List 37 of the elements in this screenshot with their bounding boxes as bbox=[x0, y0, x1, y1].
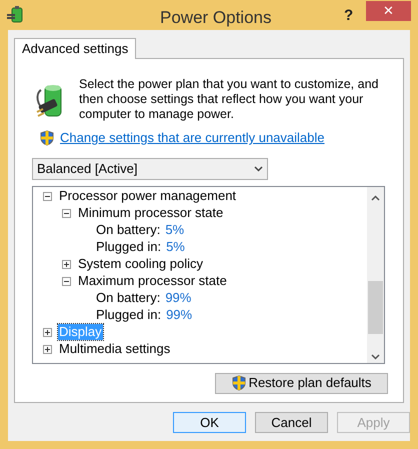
collapse-icon[interactable] bbox=[43, 192, 52, 200]
scrollbar[interactable] bbox=[367, 186, 384, 362]
shield-icon bbox=[232, 375, 246, 391]
collapse-icon[interactable] bbox=[62, 276, 71, 286]
expand-icon[interactable] bbox=[43, 328, 52, 336]
setting-label: Plugged in: bbox=[96, 306, 162, 324]
window-title: Power Options bbox=[160, 7, 272, 29]
dialog-button[interactable]: OK bbox=[173, 412, 246, 433]
description-text: Select the power plan that you want to customize, and then choose settings that reflect how you want your computer to manage power. bbox=[79, 77, 380, 122]
shield-icon bbox=[40, 130, 54, 146]
scroll-up-icon[interactable] bbox=[371, 194, 380, 200]
tree-item[interactable]: Processor power management bbox=[58, 186, 238, 206]
tab[interactable]: Advanced settings bbox=[14, 38, 136, 59]
tree-item[interactable]: Multimedia settings bbox=[58, 339, 172, 359]
tree-item[interactable]: Maximum processor state bbox=[77, 271, 228, 291]
setting-label: Plugged in: bbox=[96, 238, 162, 256]
close-button[interactable]: ✕ bbox=[366, 1, 411, 21]
setting-value-link[interactable]: 5% bbox=[166, 237, 185, 257]
dropdown-value: Balanced [Active] bbox=[37, 160, 138, 178]
help-button[interactable]: ? bbox=[344, 5, 354, 28]
expand-icon[interactable] bbox=[43, 344, 52, 354]
setting-value-link[interactable]: 99% bbox=[166, 305, 192, 325]
scroll-down-icon[interactable] bbox=[371, 354, 380, 360]
expand-icon[interactable] bbox=[62, 260, 71, 268]
restore-defaults-button[interactable]: Restore plan defaults bbox=[215, 372, 388, 394]
dialog-button[interactable]: Cancel bbox=[255, 412, 328, 433]
setting-label: On battery: bbox=[96, 221, 160, 240]
setting-value-link[interactable]: 99% bbox=[165, 288, 192, 308]
plan-dropdown[interactable]: Balanced [Active] bbox=[32, 158, 268, 180]
collapse-icon[interactable] bbox=[62, 208, 71, 218]
setting-label: On battery: bbox=[96, 289, 160, 308]
chevron-down-icon bbox=[254, 166, 263, 172]
scrollbar-thumb[interactable] bbox=[368, 280, 383, 334]
setting-value-link[interactable]: 5% bbox=[165, 220, 184, 240]
change-settings-link[interactable]: Change settings that are currently unavailable bbox=[60, 128, 324, 148]
tree-item[interactable]: System cooling policy bbox=[77, 254, 204, 274]
tree-item[interactable]: Minimum processor state bbox=[77, 203, 224, 223]
